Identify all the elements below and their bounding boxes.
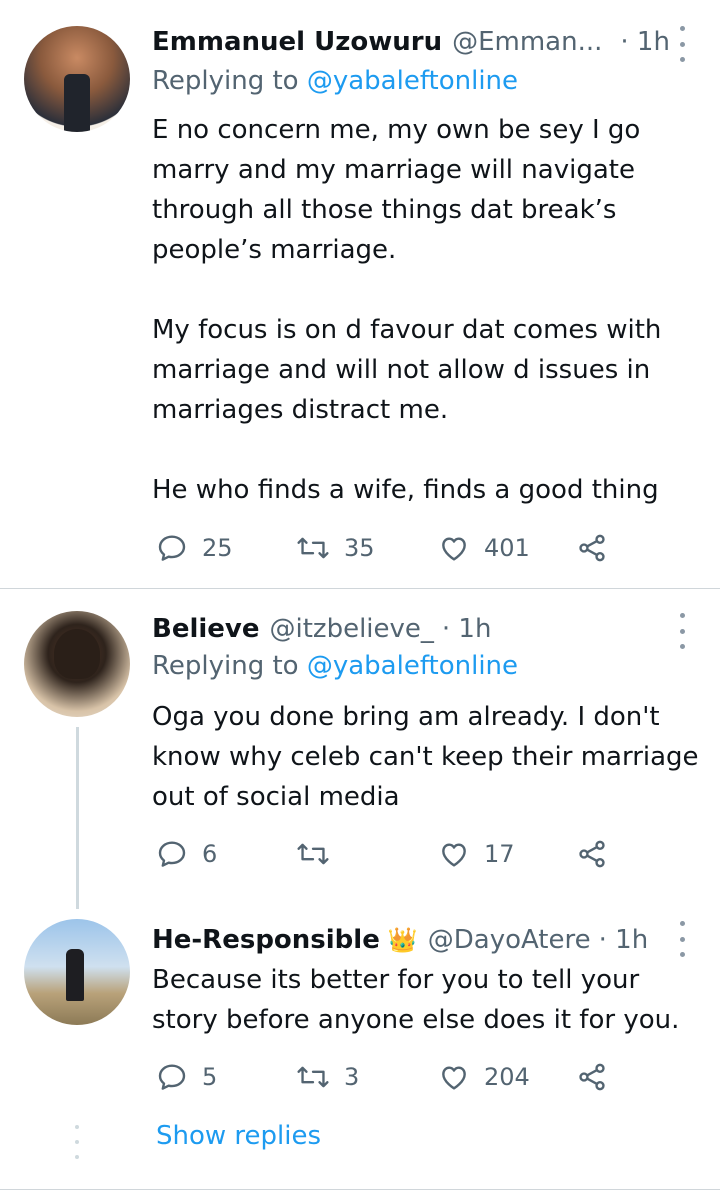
user-handle[interactable]: @DayoAtere — [428, 925, 591, 955]
reply-icon — [158, 1064, 186, 1090]
heart-icon — [442, 537, 466, 561]
user-handle[interactable]: @Emman... — [452, 27, 602, 57]
share-button[interactable] — [576, 1057, 608, 1097]
replying-to-label: Replying to — [152, 651, 299, 681]
tweet-header: Emmanuel Uzowuru @Emman... · 1h — [152, 22, 680, 62]
thread-dots — [74, 1125, 80, 1159]
tweet-text: Oga you done bring am already. I don't k… — [152, 702, 707, 812]
display-name[interactable]: Emmanuel Uzowuru — [152, 27, 442, 57]
display-name[interactable]: Believe — [152, 614, 260, 644]
reply-button[interactable]: 6 — [156, 834, 217, 874]
heart-icon — [442, 843, 466, 867]
display-name[interactable]: He-Responsible — [152, 925, 380, 955]
avatar-figure — [64, 74, 90, 132]
reply-icon — [158, 535, 186, 561]
replying-to-link[interactable]: @yabaleftonline — [307, 66, 518, 96]
tweet-header: Believe @itzbelieve_ · 1h — [152, 609, 680, 649]
more-vertical-icon[interactable] — [674, 613, 690, 649]
retweet-icon — [297, 843, 329, 865]
share-icon — [579, 534, 605, 562]
replying-to: Replying to @yabaleftonline — [152, 651, 518, 681]
like-button[interactable]: 17 — [438, 834, 515, 874]
tweet-actions: 6 17 — [156, 834, 626, 874]
retweet-count: 35 — [344, 534, 375, 562]
tweet-text: Because its better for you to tell your … — [152, 965, 680, 1035]
reply-count: 25 — [202, 534, 233, 562]
retweet-icon — [297, 537, 329, 559]
tweet-3[interactable]: He-Responsible 👑 @DayoAtere · 1h Because… — [0, 899, 720, 1191]
timestamp[interactable]: · 1h — [442, 614, 492, 644]
reply-count: 5 — [202, 1063, 218, 1091]
reply-icon — [158, 841, 186, 867]
like-count: 17 — [484, 840, 515, 868]
like-button[interactable]: 401 — [438, 528, 530, 568]
replying-to-label: Replying to — [152, 66, 299, 96]
tweet-header: He-Responsible 👑 @DayoAtere · 1h — [152, 920, 680, 960]
tweet-text: E no concern me, my own be sey I go marr… — [152, 115, 662, 505]
retweet-button[interactable] — [296, 834, 344, 874]
thread-line — [76, 727, 79, 909]
replying-to: Replying to @yabaleftonline — [152, 66, 518, 96]
share-button[interactable] — [576, 834, 608, 874]
avatar[interactable] — [24, 919, 130, 1025]
reply-count: 6 — [202, 840, 218, 868]
avatar[interactable] — [24, 611, 130, 717]
like-button[interactable]: 204 — [438, 1057, 530, 1097]
show-replies-link[interactable]: Show replies — [156, 1121, 321, 1151]
bottom-divider — [0, 1189, 720, 1190]
timestamp[interactable]: · 1h — [599, 925, 649, 955]
retweet-button[interactable]: 35 — [296, 528, 375, 568]
reply-button[interactable]: 25 — [156, 528, 233, 568]
avatar-figure — [54, 629, 100, 679]
tweet-1[interactable]: Emmanuel Uzowuru @Emman... · 1h Replying… — [0, 0, 720, 588]
like-count: 401 — [484, 534, 530, 562]
share-icon — [579, 840, 605, 868]
user-handle[interactable]: @itzbelieve_ — [270, 614, 434, 644]
retweet-button[interactable]: 3 — [296, 1057, 359, 1097]
heart-icon — [442, 1066, 466, 1090]
share-button[interactable] — [576, 528, 608, 568]
replying-to-link[interactable]: @yabaleftonline — [307, 651, 518, 681]
retweet-icon — [297, 1066, 329, 1088]
like-count: 204 — [484, 1063, 530, 1091]
retweet-count: 3 — [344, 1063, 360, 1091]
tweet-actions: 25 35 401 — [156, 528, 626, 568]
avatar[interactable] — [24, 26, 130, 132]
tweet-2[interactable]: Believe @itzbelieve_ · 1h Replying to @y… — [0, 589, 720, 909]
timestamp[interactable]: · 1h — [620, 27, 670, 57]
reply-button[interactable]: 5 — [156, 1057, 217, 1097]
more-vertical-icon[interactable] — [674, 26, 690, 62]
share-icon — [579, 1063, 605, 1091]
avatar-figure — [66, 949, 84, 1001]
more-vertical-icon[interactable] — [674, 921, 690, 957]
tweet-actions: 5 3 204 — [156, 1057, 626, 1097]
crown-icon: 👑 — [387, 926, 418, 954]
